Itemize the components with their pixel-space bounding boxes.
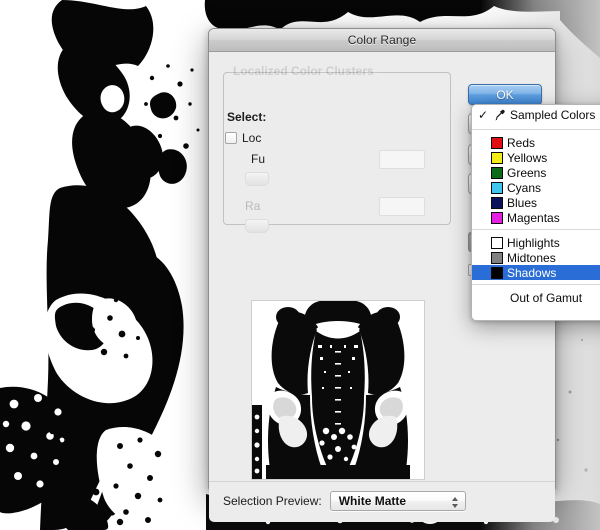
stepper-arrows-icon xyxy=(451,494,460,510)
select-label: Select: xyxy=(227,110,266,124)
range-label: Ra xyxy=(245,199,260,213)
menu-item-label: Midtones xyxy=(507,252,556,264)
localized-color-clusters-checkbox[interactable]: Loc xyxy=(225,131,261,145)
menu-item-blues[interactable]: Blues xyxy=(472,195,600,210)
range-slider-thumb[interactable] xyxy=(245,219,269,233)
menu-item-reds[interactable]: Reds xyxy=(472,135,600,150)
color-swatch xyxy=(491,252,503,264)
dialog-title: Color Range xyxy=(348,33,416,47)
menu-divider xyxy=(472,129,600,130)
menu-item-sampled-colors[interactable]: ✓ Sampled Colors xyxy=(472,105,600,125)
menu-item-label: Blues xyxy=(507,197,537,209)
eyedropper-icon xyxy=(493,109,506,122)
menu-item-highlights[interactable]: Highlights xyxy=(472,235,600,250)
color-range-dialog: Color Range Localized Color Clusters Sel… xyxy=(208,28,556,492)
menu-item-label: Magentas xyxy=(507,212,560,224)
menu-item-label: Yellows xyxy=(507,152,547,164)
menu-item-label: Sampled Colors xyxy=(510,109,595,121)
menu-item-shadows[interactable]: Shadows xyxy=(472,265,600,280)
menu-divider xyxy=(472,229,600,230)
color-swatch xyxy=(491,152,503,164)
menu-item-label: Cyans xyxy=(507,182,541,194)
menu-item-label: Highlights xyxy=(507,237,560,249)
color-swatch xyxy=(491,167,503,179)
fuzziness-input[interactable] xyxy=(379,150,425,169)
menu-item-cyans[interactable]: Cyans xyxy=(472,180,600,195)
color-swatch xyxy=(491,182,503,194)
menu-item-magentas[interactable]: Magentas xyxy=(472,210,600,225)
menu-item-label: Out of Gamut xyxy=(510,292,582,304)
select-dropdown-menu: ✓ Sampled Colors Reds Yellows Greens Cyans B… xyxy=(471,104,600,321)
groupbox-legend: Localized Color Clusters xyxy=(229,64,378,78)
menu-extra-group: Out of Gamut xyxy=(472,290,600,306)
range-input[interactable] xyxy=(379,197,425,216)
menu-divider xyxy=(472,284,600,285)
selection-preview-select[interactable]: White Matte xyxy=(330,491,466,511)
dialog-titlebar[interactable]: Color Range xyxy=(209,29,555,52)
image-preview[interactable] xyxy=(251,300,425,480)
checkbox-box xyxy=(225,132,237,144)
fuzziness-label: Fu xyxy=(251,152,265,166)
dialog-body: Localized Color Clusters Select: Loc Fu … xyxy=(209,52,555,493)
checkmark-icon: ✓ xyxy=(478,109,489,121)
selection-preview-label: Selection Preview: xyxy=(223,494,322,508)
selection-preview-value: White Matte xyxy=(331,494,406,508)
localized-checkbox-label: Loc xyxy=(242,131,261,145)
menu-item-label: Greens xyxy=(507,167,546,179)
fuzziness-slider-thumb[interactable] xyxy=(245,172,269,186)
menu-item-out-of-gamut[interactable]: Out of Gamut xyxy=(472,290,600,306)
menu-color-group: Reds Yellows Greens Cyans Blues Magentas xyxy=(472,135,600,225)
ok-button[interactable]: OK xyxy=(468,84,542,105)
screenshot-root: Color Range Localized Color Clusters Sel… xyxy=(0,0,600,530)
color-swatch xyxy=(491,197,503,209)
menu-item-label: Reds xyxy=(507,137,535,149)
color-swatch xyxy=(491,237,503,249)
menu-item-label: Shadows xyxy=(507,267,556,279)
dialog-footer: Selection Preview: White Matte xyxy=(209,481,555,522)
menu-item-yellows[interactable]: Yellows xyxy=(472,150,600,165)
color-swatch xyxy=(491,137,503,149)
color-swatch xyxy=(491,212,503,224)
menu-item-midtones[interactable]: Midtones xyxy=(472,250,600,265)
menu-item-greens[interactable]: Greens xyxy=(472,165,600,180)
menu-tone-group: Highlights Midtones Shadows xyxy=(472,235,600,280)
color-swatch xyxy=(491,267,503,279)
